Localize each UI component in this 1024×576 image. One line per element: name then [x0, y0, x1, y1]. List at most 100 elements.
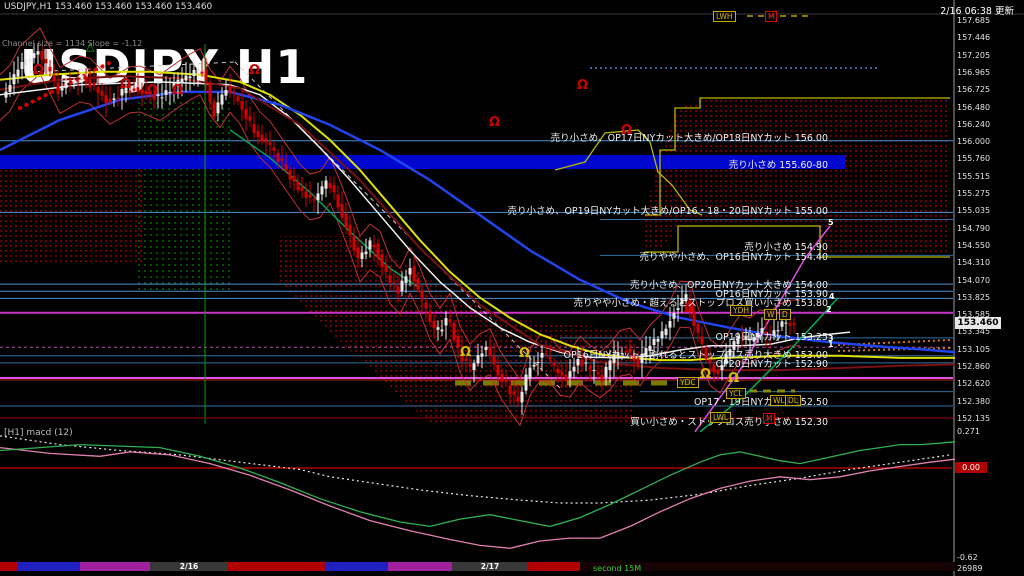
candle	[432, 321, 436, 329]
session-segment[interactable]: 2/16	[150, 562, 228, 571]
pivot-badge-m: M	[763, 413, 776, 424]
candle	[280, 158, 284, 161]
session-segment[interactable]	[528, 562, 580, 571]
candle	[412, 266, 416, 282]
candle	[164, 90, 168, 95]
candle	[668, 321, 672, 328]
candle	[656, 339, 660, 342]
count-digit: 5	[828, 218, 834, 227]
candle	[584, 362, 588, 364]
candle	[44, 58, 48, 64]
omega-marker-red: Ω	[120, 77, 131, 92]
candle	[116, 97, 120, 99]
price-axis-label: 155.515	[957, 171, 991, 181]
macd-zero-badge: 0.00	[955, 462, 987, 473]
price-axis-label: 154.550	[957, 240, 991, 250]
candle	[508, 385, 512, 394]
candle	[272, 147, 276, 152]
session-segment[interactable]	[228, 562, 325, 571]
count-digit: 4	[829, 292, 835, 301]
candle	[652, 338, 656, 345]
candle	[104, 95, 108, 104]
candle	[452, 322, 456, 341]
candle	[540, 352, 544, 358]
date-label: 2/17	[480, 562, 500, 571]
session-segment[interactable]: 2/17	[452, 562, 528, 571]
candle	[568, 371, 572, 378]
candle	[408, 268, 412, 275]
session-segment[interactable]	[325, 562, 388, 571]
chart-title: USDJPY,H1 153.460 153.460 153.460 153.46…	[4, 2, 213, 12]
candle	[76, 81, 80, 83]
candle	[320, 186, 324, 195]
candle	[296, 181, 300, 190]
session-segment[interactable]	[80, 562, 150, 571]
candle	[372, 244, 376, 248]
candle	[244, 108, 248, 119]
sell-zone-band	[0, 155, 845, 169]
candle	[512, 391, 516, 395]
candle	[436, 327, 440, 330]
candle	[336, 194, 340, 208]
candle	[700, 336, 704, 344]
omega-marker-red: Ω	[577, 78, 588, 93]
candle	[268, 142, 272, 145]
candle	[72, 82, 76, 84]
candle	[368, 240, 372, 250]
session-segment[interactable]	[388, 562, 452, 571]
candle	[560, 372, 564, 376]
candle	[480, 353, 484, 357]
candle	[84, 76, 88, 83]
candle	[324, 180, 328, 189]
candle	[224, 90, 228, 96]
price-axis-label: 157.205	[957, 50, 991, 60]
candle	[784, 322, 788, 324]
candle	[220, 94, 224, 105]
candle	[36, 51, 40, 55]
price-axis-label: 156.725	[957, 85, 991, 95]
macd-axis-bottom: -0.62	[957, 553, 978, 562]
candle	[788, 323, 792, 326]
session-segment[interactable]	[18, 562, 80, 571]
price-axis-label: 152.620	[957, 379, 991, 389]
candle	[556, 368, 560, 374]
candle	[672, 312, 676, 319]
session-segment[interactable]	[0, 562, 18, 571]
price-chart-canvas[interactable]: ΩΩ Ω ΩΩΩΩΩΩΩ ΩΩ Ω△54231	[0, 0, 1024, 576]
candle	[444, 318, 448, 326]
candle	[384, 264, 388, 272]
macd-axis-top: 0.271	[957, 427, 980, 436]
footer-note: second 15M	[593, 564, 642, 573]
candle	[80, 75, 84, 79]
ichimoku-cloud	[0, 168, 145, 262]
macd-axis-count: 26989	[957, 564, 983, 573]
candle	[284, 164, 288, 171]
candle	[564, 374, 568, 381]
candle	[96, 87, 100, 93]
candle	[236, 96, 240, 102]
current-price-badge: 153.460	[955, 316, 1001, 329]
candle	[56, 82, 60, 95]
pivot-badge-w: W	[764, 309, 778, 320]
candle	[416, 278, 420, 290]
candle	[596, 372, 600, 375]
candle	[292, 175, 296, 182]
candle	[200, 71, 204, 74]
candle	[500, 373, 504, 382]
candle	[364, 251, 368, 255]
macd-label: [H1] macd (12)	[4, 428, 73, 438]
candle	[308, 194, 312, 198]
candle	[4, 91, 8, 98]
omega-marker-red: Ω	[489, 115, 500, 130]
candle	[88, 79, 92, 88]
candle	[192, 70, 196, 76]
candle	[404, 276, 408, 283]
candle	[420, 290, 424, 300]
count-digit: 1	[828, 340, 834, 349]
candle	[472, 363, 476, 371]
candle	[588, 366, 592, 370]
price-axis-label: 157.446	[957, 33, 991, 43]
candle	[344, 213, 348, 228]
candle	[256, 130, 260, 137]
candle	[468, 364, 472, 367]
